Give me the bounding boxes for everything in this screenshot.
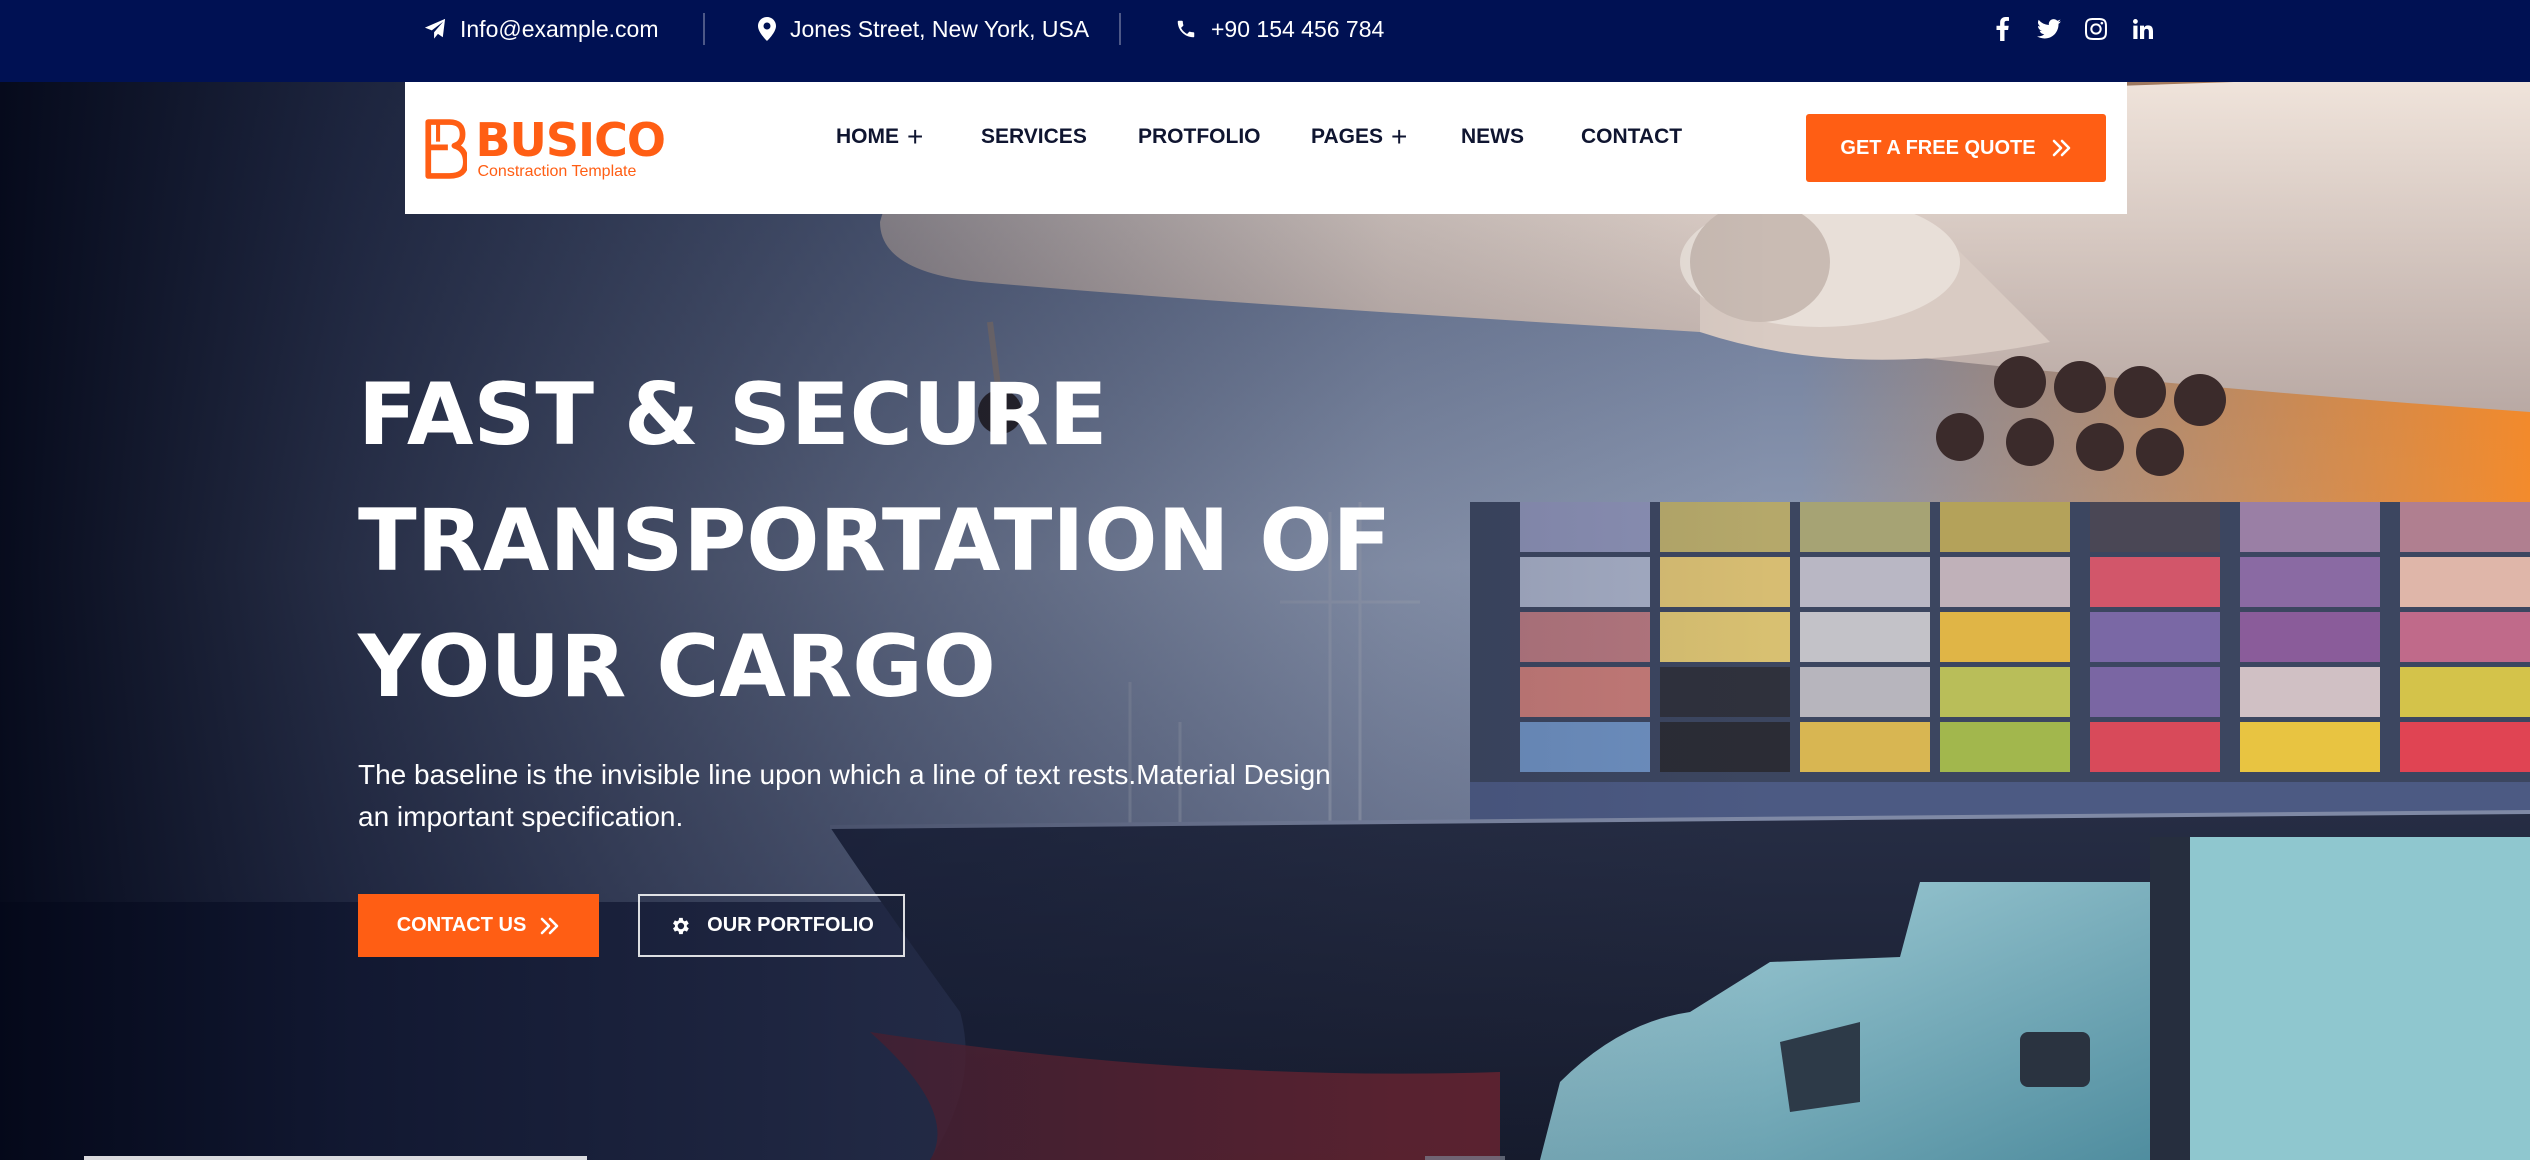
our-portfolio-label: OUR PORTFOLIO bbox=[707, 914, 874, 936]
plus-icon: + bbox=[907, 121, 924, 152]
linkedin-icon bbox=[2133, 19, 2153, 39]
logo-b-icon bbox=[425, 119, 468, 179]
nav-item-label: PAGES bbox=[1311, 125, 1383, 148]
nav-item-label: PROTFOLIO bbox=[1138, 125, 1261, 148]
hero-section: FAST & SECURE TRANSPORTATION OF YOUR CAR… bbox=[0, 82, 2530, 1160]
social-links bbox=[1970, 0, 2158, 58]
facebook-link[interactable] bbox=[1987, 14, 2017, 44]
nav-item-news[interactable]: NEWS bbox=[1461, 122, 1524, 152]
twitter-link[interactable] bbox=[2034, 14, 2064, 44]
nav-item-label: SERVICES bbox=[981, 125, 1087, 148]
nav-item-contact[interactable]: CONTACT bbox=[1581, 122, 1682, 152]
facebook-icon bbox=[1996, 17, 2009, 41]
address-info: Jones Street, New York, USA bbox=[758, 0, 1089, 58]
linkedin-link[interactable] bbox=[2128, 14, 2158, 44]
slider-progress-bar bbox=[84, 1156, 587, 1160]
hero-title-line: TRANSPORTATION OF bbox=[358, 491, 1392, 591]
double-chevron-right-icon bbox=[541, 917, 559, 934]
top-bar: Info@example.com Jones Street, New York,… bbox=[0, 0, 2530, 82]
phone-icon bbox=[1177, 20, 1195, 38]
topbar-divider bbox=[703, 13, 705, 45]
hero-title-line: FAST & SECURE bbox=[358, 365, 1108, 465]
gear-icon bbox=[673, 917, 689, 934]
nav-item-label: CONTACT bbox=[1581, 125, 1683, 148]
nav-item-services[interactable]: SERVICES bbox=[981, 122, 1087, 152]
topbar-divider bbox=[1119, 13, 1121, 45]
hero-title-line: YOUR CARGO bbox=[358, 617, 996, 717]
nav-item-label: NEWS bbox=[1461, 125, 1524, 148]
main-navbar: BUSICO Constraction Template HOME + SERV… bbox=[405, 82, 2127, 214]
phone-contact[interactable]: +90 154 456 784 bbox=[1175, 0, 1384, 58]
double-chevron-right-icon bbox=[2052, 139, 2070, 157]
instagram-icon bbox=[2085, 18, 2107, 40]
twitter-icon bbox=[2037, 19, 2061, 39]
paper-plane-icon bbox=[424, 18, 446, 39]
logo-name: BUSICO bbox=[475, 113, 666, 167]
logo-text: BUSICO Constraction Template bbox=[475, 113, 666, 181]
nav-item-pages[interactable]: PAGES + bbox=[1311, 122, 1407, 152]
contact-us-label: CONTACT US bbox=[396, 914, 527, 936]
logo-tagline: Constraction Template bbox=[477, 163, 637, 180]
address-text: Jones Street, New York, USA bbox=[790, 15, 1090, 42]
contact-us-button[interactable]: CONTACT US bbox=[358, 894, 599, 957]
nav-item-home[interactable]: HOME + bbox=[836, 122, 923, 152]
phone-text: +90 154 456 784 bbox=[1211, 15, 1385, 42]
get-free-quote-button[interactable]: GET A FREE QUOTE bbox=[1806, 114, 2106, 182]
site-logo[interactable]: BUSICO Constraction Template bbox=[425, 112, 666, 186]
email-contact[interactable]: Info@example.com bbox=[424, 0, 659, 58]
hero-description: The baseline is the invisible line upon … bbox=[358, 759, 1331, 832]
hero-title: FAST & SECURE TRANSPORTATION OF YOUR CAR… bbox=[358, 352, 1458, 730]
slider-progress-indicator bbox=[1425, 1156, 1505, 1160]
our-portfolio-button[interactable]: OUR PORTFOLIO bbox=[638, 894, 905, 957]
nav-item-label: HOME bbox=[836, 125, 899, 148]
map-pin-icon bbox=[758, 17, 776, 41]
instagram-link[interactable] bbox=[2081, 14, 2111, 44]
nav-item-portfolio[interactable]: PROTFOLIO bbox=[1138, 122, 1261, 152]
plus-icon: + bbox=[1390, 121, 1408, 152]
email-text: Info@example.com bbox=[460, 15, 659, 42]
get-free-quote-label: GET A FREE QUOTE bbox=[1840, 136, 2036, 159]
